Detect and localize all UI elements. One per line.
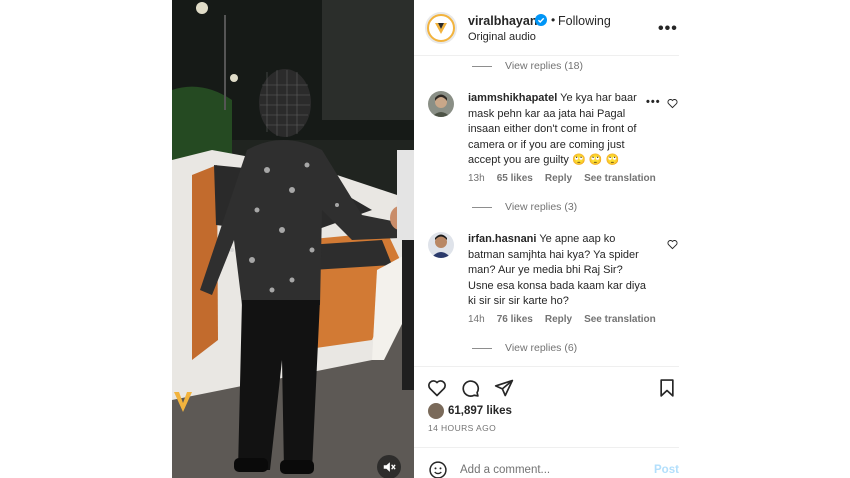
comment-icon[interactable]: [460, 378, 480, 398]
divider: [472, 347, 492, 349]
following-button[interactable]: Following: [558, 14, 611, 28]
view-replies-label: View replies (18): [505, 60, 584, 72]
comment-likes[interactable]: 65 likes: [497, 173, 533, 184]
comment-likes[interactable]: 76 likes: [497, 314, 533, 325]
likes-count[interactable]: 61,897 likes: [448, 405, 512, 417]
view-replies-button[interactable]: View replies (18): [472, 59, 583, 73]
likes-row[interactable]: 61,897 likes: [428, 403, 512, 419]
post-time-ago[interactable]: 14 HOURS AGO: [428, 423, 496, 433]
comment-input[interactable]: Add a comment...: [460, 464, 550, 476]
comment-more-icon[interactable]: •••: [646, 96, 661, 108]
like-comment-heart-icon[interactable]: [667, 98, 678, 109]
viral-bhayani-logo: [435, 23, 447, 34]
share-icon[interactable]: [494, 378, 514, 398]
emoji-icon[interactable]: [428, 460, 448, 478]
divider: [472, 65, 492, 67]
comment-time[interactable]: 13h: [468, 173, 485, 184]
like-comment-heart-icon[interactable]: [667, 239, 678, 250]
comment-time[interactable]: 14h: [468, 314, 485, 325]
heart-icon[interactable]: [427, 378, 447, 398]
post-media[interactable]: [172, 0, 414, 478]
post-comment-button[interactable]: Post: [654, 464, 679, 476]
post-side-panel: viralbhayani • Following Original audio …: [414, 0, 679, 478]
post-header: viralbhayani • Following Original audio …: [414, 0, 679, 56]
reply-button[interactable]: Reply: [545, 173, 572, 184]
commenter-avatar[interactable]: [428, 91, 454, 117]
comment-text: iammshikhapatel Ye kya har baar mask peh…: [468, 91, 648, 169]
view-replies-label: View replies (3): [505, 201, 578, 213]
comment-meta: 14h 76 likes Reply See translation: [468, 314, 656, 325]
comment-meta: 13h 65 likes Reply See translation: [468, 173, 656, 184]
muted-speaker-icon: [383, 462, 396, 472]
commenter-avatar[interactable]: [428, 232, 454, 258]
view-replies-label: View replies (6): [505, 342, 578, 354]
commenter-username[interactable]: irfan.hasnani: [468, 233, 536, 245]
divider: [414, 366, 679, 367]
comment-text: irfan.hasnani Ye apne aap ko batman samj…: [468, 232, 648, 310]
view-replies-button[interactable]: View replies (6): [472, 341, 577, 355]
verified-badge-icon: [535, 14, 547, 26]
audio-label[interactable]: Original audio: [468, 31, 536, 43]
mute-button[interactable]: [377, 455, 401, 478]
author-avatar[interactable]: [425, 12, 457, 44]
divider: [414, 447, 679, 448]
see-translation-button[interactable]: See translation: [584, 314, 656, 325]
view-replies-button[interactable]: View replies (3): [472, 200, 577, 214]
separator-dot: •: [551, 13, 556, 27]
divider: [472, 206, 492, 208]
more-options-icon[interactable]: •••: [658, 20, 678, 38]
liker-avatar: [428, 403, 444, 419]
bookmark-icon[interactable]: [657, 378, 677, 398]
author-username[interactable]: viralbhayani: [468, 14, 541, 28]
reply-button[interactable]: Reply: [545, 314, 572, 325]
see-translation-button[interactable]: See translation: [584, 173, 656, 184]
viral-bhayani-logo: [172, 384, 194, 414]
commenter-username[interactable]: iammshikhapatel: [468, 92, 557, 104]
